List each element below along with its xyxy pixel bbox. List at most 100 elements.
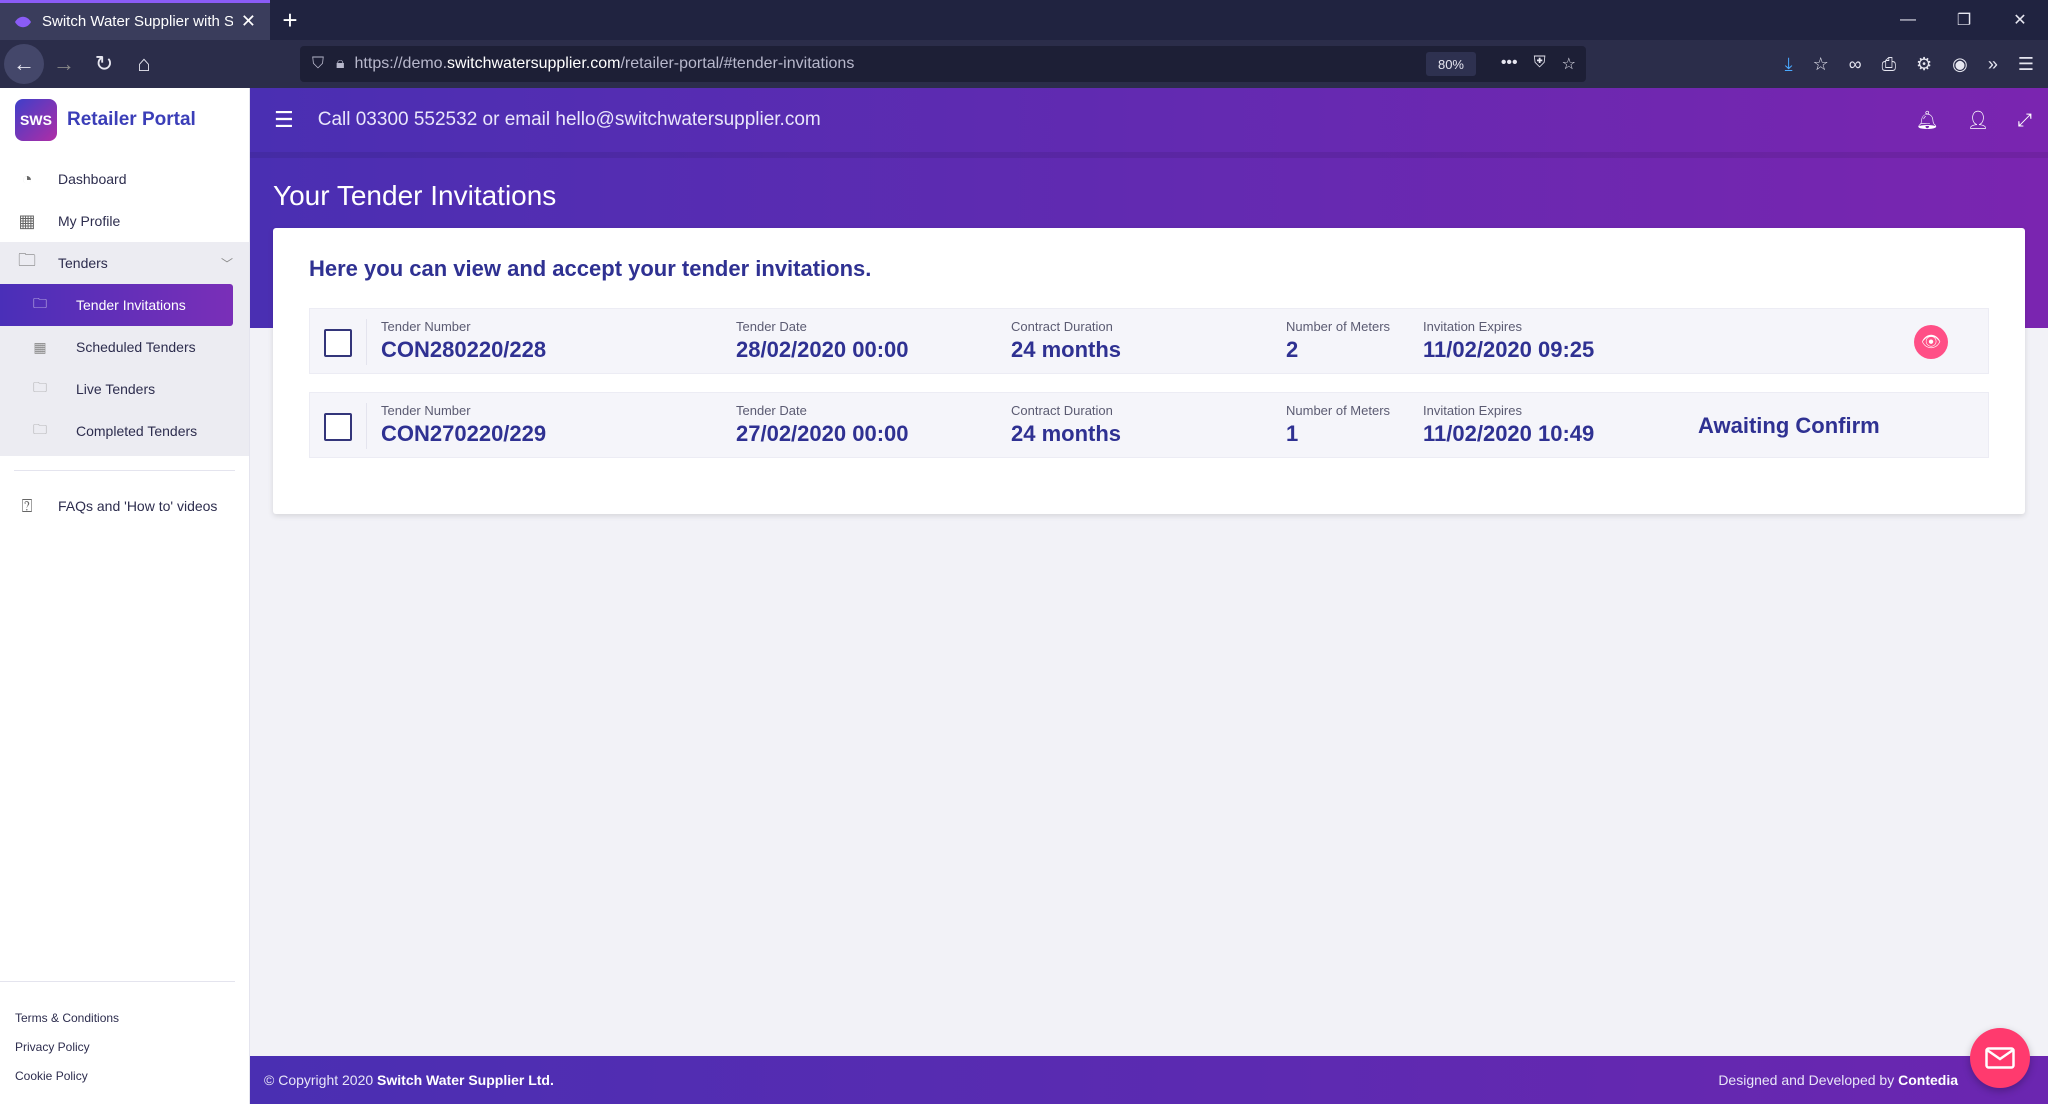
meters-label: Number of Meters: [1286, 319, 1391, 334]
print-icon[interactable]: ⎙: [1882, 54, 1896, 75]
view-eye-icon[interactable]: 👁︎: [1914, 325, 1948, 359]
sidebar-item-completed-tenders[interactable]: 🗀︎ Completed Tenders: [0, 410, 249, 452]
expires-label: Invitation Expires: [1423, 403, 1522, 418]
url-path: /retailer-portal/#tender-invitations: [620, 55, 855, 72]
status-text: Awaiting Confirm: [1698, 413, 1880, 438]
address-bar[interactable]: ⛉ 🔒︎ https://demo. switchwatersupplier.co…: [300, 46, 1586, 82]
sws-logo: SWS: [15, 99, 57, 141]
shield-icon[interactable]: ⛉: [312, 55, 324, 73]
designed-by-text: Designed and Developed by: [1718, 1072, 1895, 1088]
sidebar-item-tender-invitations[interactable]: 🗀︎ Tender Invitations: [0, 284, 233, 326]
folder-icon: 🗀︎: [33, 295, 47, 311]
sidebar-item-my-profile[interactable]: ▦ My Profile: [0, 200, 249, 242]
sidebar-item-label: Tender Invitations: [76, 297, 186, 313]
sidebar-item-scheduled-tenders[interactable]: ▦ Scheduled Tenders: [0, 326, 249, 368]
url-actions: ••• ⛨ ☆: [1501, 54, 1576, 74]
tender-row[interactable]: Tender Number CON280220/228 Tender Date …: [309, 308, 1989, 374]
mail-envelope-icon: [1985, 1047, 2015, 1069]
sidebar-item-dashboard[interactable]: ◔ Dashboard: [0, 158, 249, 200]
download-icon[interactable]: ⤓: [1785, 54, 1793, 75]
lock-icon[interactable]: 🔒︎: [336, 55, 345, 73]
folder-icon: 🗀︎: [33, 421, 47, 437]
window-controls: — ❐ ✕: [1880, 0, 2048, 40]
close-tab-icon[interactable]: ✕: [241, 11, 256, 32]
site-favicon-icon: [15, 16, 31, 27]
tender-date-value: 27/02/2020 00:00: [736, 421, 909, 446]
minimize-icon[interactable]: —: [1880, 0, 1936, 40]
contract-duration-cell: Contract Duration 24 months: [1011, 403, 1121, 447]
browser-tab[interactable]: Switch Water Supplier with Swi ✕: [0, 0, 270, 40]
new-tab-icon[interactable]: +: [270, 0, 310, 40]
building-icon: ▦: [18, 210, 36, 231]
top-bar-actions: 🔔︎ 👤︎ ⤢: [1916, 88, 2032, 152]
tender-number-label: Tender Number: [381, 403, 471, 418]
menu-hamburger-icon[interactable]: ☰: [2018, 54, 2034, 75]
browser-tab-bar: Switch Water Supplier with Swi ✕ + — ❐ ✕: [0, 0, 2048, 40]
credits: Designed and Developed by Contedia: [1718, 1072, 1958, 1088]
intro-text: Here you can view and accept your tender…: [309, 256, 872, 281]
sidebar-item-tenders[interactable]: 🗀︎ Tenders ﹀: [0, 242, 249, 284]
url-prefix: https://demo.: [354, 55, 448, 72]
tenders-submenu: 🗀︎ Tender Invitations ▦ Scheduled Tender…: [0, 284, 249, 456]
top-bar: ☰ Call 03300 552532 or email hello@switc…: [250, 88, 2048, 152]
tender-number-cell: Tender Number CON280220/228: [381, 319, 546, 363]
settings-gear-icon[interactable]: ⚙: [1916, 54, 1932, 75]
row-checkbox[interactable]: [324, 413, 352, 441]
tab-title: Switch Water Supplier with Swi: [42, 13, 233, 30]
folder-icon: 🗀︎: [33, 379, 47, 395]
tender-number-cell: Tender Number CON270220/229: [381, 403, 546, 447]
meters-label: Number of Meters: [1286, 403, 1391, 418]
reload-icon[interactable]: ↻: [84, 44, 124, 84]
pocket-icon[interactable]: ⛨: [1534, 54, 1546, 74]
expires-cell: Invitation Expires 11/02/2020 10:49: [1423, 403, 1594, 447]
help-question-icon: ⍰: [21, 495, 33, 516]
url-host: switchwatersupplier.com: [447, 55, 621, 72]
developer-link[interactable]: Contedia: [1898, 1072, 1958, 1088]
sidebar-item-faqs[interactable]: ⍰ FAQs and 'How to' videos: [0, 485, 249, 527]
row-separator: [366, 403, 367, 449]
contract-duration-cell: Contract Duration 24 months: [1011, 319, 1121, 363]
tender-date-label: Tender Date: [736, 319, 807, 334]
back-arrow-icon[interactable]: ←: [4, 44, 44, 84]
account-icon[interactable]: ◉: [1952, 54, 1968, 75]
overflow-chevrons-icon[interactable]: »: [1988, 54, 1998, 75]
building-icon: ▦: [33, 338, 47, 355]
page-footer: © Copyright 2020 Switch Water Supplier L…: [250, 1056, 2048, 1104]
contract-duration-value: 24 months: [1011, 337, 1122, 362]
forward-arrow-icon[interactable]: →: [44, 44, 84, 84]
sidebar-nav: ◔ Dashboard ▦ My Profile 🗀︎ Tenders ﹀ 🗀︎…: [0, 158, 249, 527]
zoom-level[interactable]: 80%: [1425, 52, 1476, 76]
brand[interactable]: SWS Retailer Portal: [0, 88, 249, 152]
more-actions-icon[interactable]: •••: [1501, 54, 1518, 74]
tender-number-value: CON280220/228: [381, 337, 547, 362]
terms-link[interactable]: Terms & Conditions: [15, 1003, 119, 1032]
tender-date-cell: Tender Date 28/02/2020 00:00: [736, 319, 909, 363]
privacy-link[interactable]: Privacy Policy: [15, 1032, 119, 1061]
email-fab-button[interactable]: [1970, 1028, 2030, 1088]
notification-bell-icon[interactable]: 🔔︎: [1916, 110, 1939, 131]
home-icon[interactable]: ⌂: [124, 44, 164, 84]
restore-icon[interactable]: ❐: [1936, 0, 1992, 40]
meters-cell: Number of Meters 2: [1286, 319, 1390, 363]
row-separator: [366, 319, 367, 365]
row-checkbox[interactable]: [324, 329, 352, 357]
library-icon[interactable]: ☆: [1813, 54, 1829, 75]
sidebar-divider: [14, 470, 235, 471]
tender-row[interactable]: Tender Number CON270220/229 Tender Date …: [309, 392, 1989, 458]
fullscreen-expand-icon[interactable]: ⤢: [2018, 110, 2032, 131]
hamburger-menu-icon[interactable]: ☰: [274, 107, 294, 133]
meters-value: 1: [1286, 421, 1299, 446]
close-window-icon[interactable]: ✕: [1992, 0, 2048, 40]
sidebar-item-label: My Profile: [58, 213, 121, 229]
sidebar-item-label: FAQs and 'How to' videos: [58, 498, 218, 514]
sidebar-item-live-tenders[interactable]: 🗀︎ Live Tenders: [0, 368, 249, 410]
private-mask-icon[interactable]: ∞: [1849, 54, 1862, 75]
company-name: Switch Water Supplier Ltd.: [377, 1072, 554, 1088]
sidebar-item-label: Scheduled Tenders: [76, 339, 196, 355]
tender-date-cell: Tender Date 27/02/2020 00:00: [736, 403, 909, 447]
user-icon[interactable]: 👤︎: [1967, 110, 1990, 131]
copyright-text: © Copyright 2020: [264, 1072, 374, 1088]
bookmark-star-icon[interactable]: ☆: [1562, 54, 1576, 74]
contract-duration-value: 24 months: [1011, 421, 1122, 446]
cookie-link[interactable]: Cookie Policy: [15, 1061, 119, 1090]
